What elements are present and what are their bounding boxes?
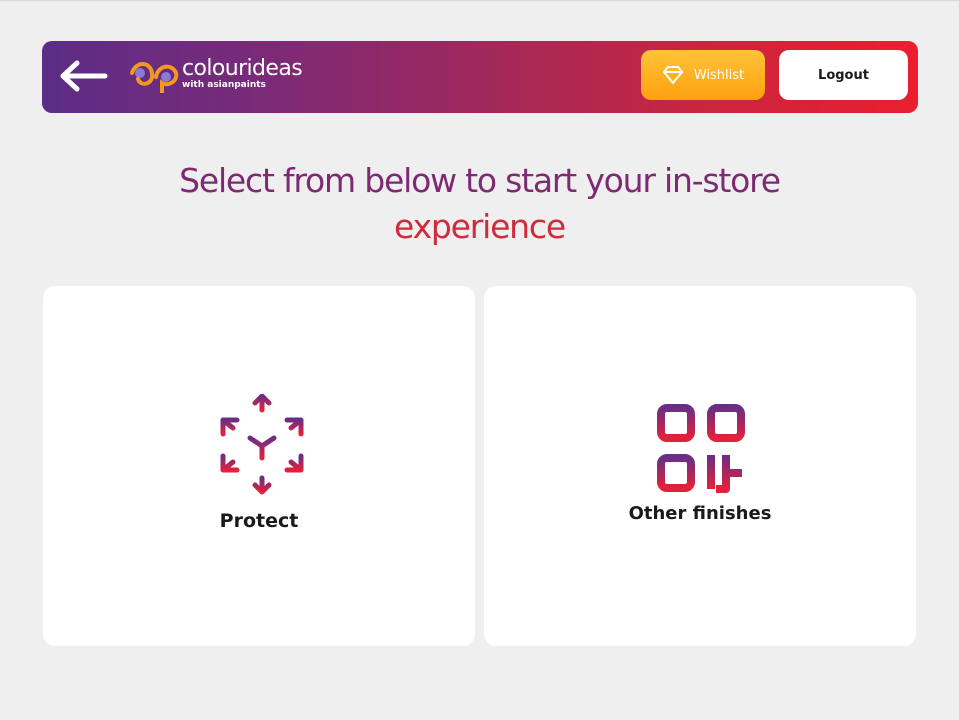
heading-line-2: experience — [394, 207, 566, 246]
wishlist-button[interactable]: Wishlist — [641, 50, 765, 100]
logout-label: Logout — [818, 67, 869, 83]
qr-code-icon — [657, 404, 745, 493]
back-button[interactable] — [56, 55, 110, 97]
colourideas-logo: colourideas with asianpaints — [128, 55, 328, 99]
logout-button[interactable]: Logout — [779, 50, 908, 100]
app-header: colourideas with asianpaints Wishlist Lo… — [42, 41, 918, 113]
heading-line-1: Select from below to start your in-store — [179, 161, 781, 200]
option-card-protect[interactable]: Protect — [43, 286, 475, 646]
logo-brand: colourideas — [182, 56, 303, 81]
logo-tagline: with asianpaints — [182, 80, 266, 90]
cube-arrows-icon — [220, 394, 304, 495]
top-divider — [0, 0, 959, 1]
option-label-protect: Protect — [219, 510, 299, 532]
option-label-other-finishes: Other finishes — [628, 503, 772, 524]
diamond-icon — [662, 65, 684, 85]
wishlist-label: Wishlist — [693, 67, 745, 83]
arrow-left-icon — [60, 60, 108, 92]
page-heading: Select from below to start your in-store… — [0, 158, 959, 250]
option-card-other-finishes[interactable]: Other finishes — [484, 286, 916, 646]
logo-mark-icon — [130, 62, 179, 93]
